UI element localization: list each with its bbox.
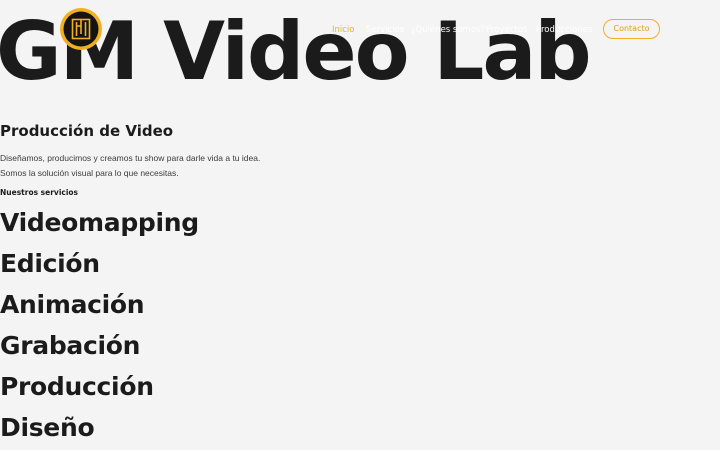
- service-item-produccion: Producción: [0, 372, 154, 401]
- contact-button[interactable]: Contacto: [603, 19, 660, 39]
- intro-description-line-1: Diseñamos, producimos y creamos tu show …: [0, 153, 261, 163]
- section-title: Producción de Video: [0, 122, 174, 140]
- nav-item-quienes-somos[interactable]: ¿Quiénes somos?: [411, 23, 485, 37]
- intro-description-line-2: Somos la solución visual para lo que nec…: [0, 168, 179, 178]
- service-item-grabacion: Grabación: [0, 331, 141, 360]
- gm-logo-icon[interactable]: [59, 7, 103, 51]
- service-item-animacion: Animación: [0, 290, 145, 319]
- services-label: Nuestros servicios: [0, 188, 79, 197]
- nav-item-servicios[interactable]: Servicios: [366, 23, 404, 37]
- service-item-diseno: Diseño: [0, 413, 95, 442]
- nav-item-proyectos[interactable]: Proyectos: [486, 23, 527, 37]
- nav-item-producciones[interactable]: Producciones: [536, 23, 592, 37]
- services-list: Videomapping Edición Animación Grabación…: [0, 202, 199, 448]
- service-item-edicion: Edición: [0, 249, 100, 278]
- service-item-videomapping: Videomapping: [0, 208, 199, 237]
- nav-item-inicio[interactable]: Inicio: [332, 23, 355, 37]
- main-nav: Inicio Servicios ¿Quiénes somos? Proyect…: [0, 19, 720, 41]
